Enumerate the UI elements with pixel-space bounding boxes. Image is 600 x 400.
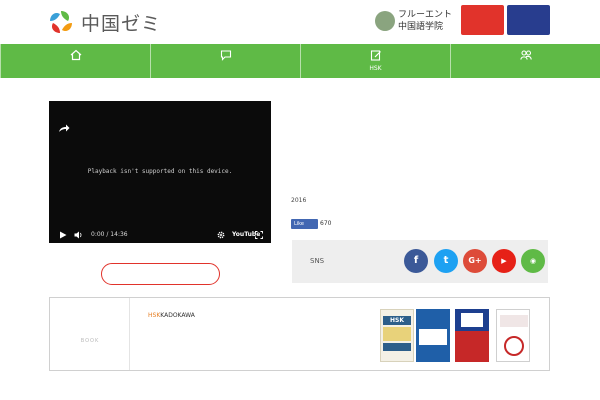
fluent-logo-icon[interactable] (375, 11, 395, 31)
logo-text[interactable]: 中国ゼミ (81, 9, 161, 36)
nav-item-hsk[interactable]: HSK (301, 44, 451, 78)
gear-icon[interactable] (217, 231, 225, 239)
book-cover-title: HSK (383, 316, 411, 325)
playback-message: Playback isn't supported on this device. (87, 168, 233, 175)
fullscreen-icon[interactable] (255, 231, 263, 239)
site-tagline (152, 15, 232, 26)
book-cover-band (461, 313, 483, 327)
nav-item-chat[interactable] (151, 44, 301, 78)
twitter-icon[interactable]: t (434, 249, 458, 273)
trial-lesson-button[interactable] (461, 5, 504, 35)
contact-button[interactable] (507, 5, 550, 35)
nav-item-people[interactable] (451, 44, 600, 78)
leaf-logo-icon[interactable] (47, 8, 75, 36)
video-caption (49, 247, 127, 256)
book-cover-band (419, 329, 447, 345)
book-cover-band (500, 315, 528, 327)
google-plus-icon[interactable]: G+ (463, 249, 487, 273)
people-icon (519, 50, 532, 60)
facebook-icon[interactable]: f (404, 249, 428, 273)
youtube-icon[interactable]: ▶ (492, 249, 516, 273)
book-cover-band (383, 327, 411, 341)
video-time: 0:00 / 14:36 (91, 231, 128, 238)
social-label: SNS (310, 257, 325, 265)
book-link[interactable]: HSK (148, 312, 160, 319)
book-cover-band (383, 343, 411, 351)
profile-line1 (291, 117, 347, 126)
site-header: 中国ゼミ フルーエント 中国語学院 (0, 0, 600, 44)
book-cover-one-minute[interactable] (496, 309, 530, 362)
video-list-button[interactable] (101, 263, 220, 285)
main-nav: HSK (0, 44, 600, 78)
fluent-name-line2: 中国語学院 (398, 22, 444, 32)
volume-icon[interactable] (74, 231, 83, 239)
facebook-like-count: 670 (320, 220, 332, 227)
fluent-school-name[interactable]: フルーエント 中国語学院 (398, 9, 452, 33)
book-cover-english[interactable] (416, 309, 450, 362)
profile-year-line: 2016 (291, 197, 307, 204)
rss-icon[interactable]: ◉ (521, 249, 545, 273)
profile-paragraph (291, 142, 553, 196)
book-item (148, 331, 278, 340)
book-item (148, 321, 282, 330)
play-icon[interactable] (59, 231, 67, 239)
nav-item-home[interactable] (0, 44, 151, 78)
fluent-name-line1: フルーエント (398, 10, 453, 20)
home-icon (70, 49, 81, 61)
chat-icon (220, 50, 231, 61)
book-cover-hsk[interactable]: HSK (380, 309, 414, 362)
books-label-en: BOOK (80, 338, 100, 344)
book-cover-language[interactable] (455, 309, 489, 362)
books-section: BOOK HSKKADOKAWA HSK (49, 297, 550, 371)
books-label: BOOK (50, 298, 130, 370)
edit-icon (370, 50, 381, 61)
facebook-like-button[interactable]: Like (291, 219, 318, 229)
book-item: HSKKADOKAWA (148, 311, 290, 320)
book-item (148, 341, 278, 350)
share-icon[interactable] (58, 123, 70, 133)
book-item (148, 351, 305, 360)
video-controls: 0:00 / 14:36 YouTube (49, 227, 271, 243)
social-panel: SNS f t G+ ▶ ◉ (292, 240, 548, 283)
book-meta: KADOKAWA (160, 312, 195, 319)
video-player[interactable]: Playback isn't supported on this device.… (49, 101, 271, 243)
book-cover-band (455, 331, 489, 362)
clock-icon (504, 336, 524, 356)
nav-label-hsk: HSK (369, 65, 382, 72)
profile-line2 (291, 126, 421, 135)
profile-link[interactable] (291, 209, 340, 218)
profile-name (291, 102, 345, 112)
